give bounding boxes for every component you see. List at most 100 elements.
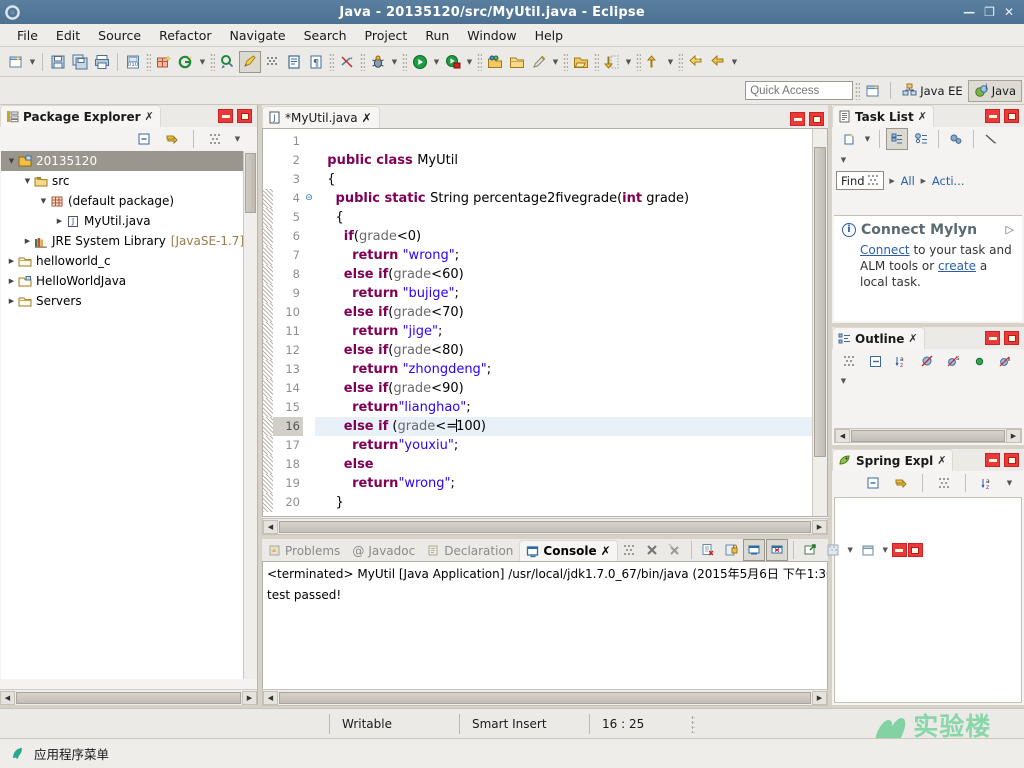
twisty-icon[interactable]: ▼: [37, 197, 50, 205]
menu-window[interactable]: Window: [458, 26, 525, 45]
scroll-left-icon[interactable]: ◀: [0, 690, 15, 705]
hide-nonpublic-icon[interactable]: [968, 350, 990, 372]
maximize-button[interactable]: ❐: [984, 6, 995, 18]
toggle-binary-icon[interactable]: 010: [122, 51, 144, 73]
twisty-icon[interactable]: ▶: [5, 257, 18, 265]
view-menu-icon[interactable]: [204, 128, 226, 150]
view-dropdown-icon[interactable]: ▼: [232, 128, 243, 150]
filter-arrow-icon[interactable]: ▶: [918, 170, 929, 192]
tree-item-helloworldjava[interactable]: ▶ HelloWorldJava: [1, 271, 243, 291]
next-annotation-icon[interactable]: [601, 51, 623, 73]
terminate-icon[interactable]: [618, 539, 640, 561]
show-whitespace-icon[interactable]: ¶: [305, 51, 327, 73]
code-line[interactable]: return "wrong";: [315, 246, 827, 265]
scrollbar-thumb[interactable]: [814, 147, 826, 457]
scrollbar-thumb[interactable]: [279, 691, 811, 704]
twisty-icon[interactable]: ▶: [21, 237, 34, 245]
project-tree[interactable]: ▼ 20135120 ▼ src ▼ (default package) ▶ J: [1, 151, 243, 679]
remove-launch-icon[interactable]: [641, 539, 663, 561]
minimize-editor-button[interactable]: [790, 112, 805, 126]
code-line[interactable]: return "bujige";: [315, 284, 827, 303]
build-all-icon[interactable]: [261, 51, 283, 73]
print-icon[interactable]: [91, 51, 113, 73]
status-resize-grip[interactable]: [691, 714, 695, 733]
debug-dropdown-arrow[interactable]: ▼: [389, 51, 400, 73]
sort-icon[interactable]: az: [890, 350, 912, 372]
open-console-icon[interactable]: [857, 539, 879, 561]
open-task-icon[interactable]: [283, 51, 305, 73]
categorized-presentation-icon[interactable]: [886, 128, 908, 150]
maximize-view-button[interactable]: [1004, 453, 1019, 467]
new-java-package-icon[interactable]: [153, 51, 175, 73]
tree-item-project[interactable]: ▼ 20135120: [1, 151, 243, 171]
twisty-icon[interactable]: ▶: [5, 297, 18, 305]
menu-help[interactable]: Help: [526, 26, 573, 45]
scroll-left-icon[interactable]: ◀: [263, 519, 278, 534]
forward-navigation-icon[interactable]: [707, 51, 729, 73]
fold-toggle-icon[interactable]: ⊝: [303, 189, 315, 208]
open-console-dropdown-arrow[interactable]: ▼: [880, 539, 891, 561]
scroll-right-icon[interactable]: ▶: [812, 519, 827, 534]
perspective-tab-java-ee[interactable]: Java EE: [897, 80, 967, 102]
clear-console-icon[interactable]: [697, 539, 719, 561]
code-line[interactable]: if(grade<0): [315, 227, 827, 246]
save-icon[interactable]: [47, 51, 69, 73]
back-navigation-icon[interactable]: [685, 51, 707, 73]
focus-icon[interactable]: [838, 350, 860, 372]
lock-scroll-icon[interactable]: [720, 539, 742, 561]
tree-item-myutil-java[interactable]: ▶ J MyUtil.java: [1, 211, 243, 231]
scrollbar-thumb[interactable]: [279, 520, 811, 533]
tab-problems[interactable]: Problems: [262, 540, 346, 561]
open-perspective-folder-icon[interactable]: [506, 51, 528, 73]
scrollbar-thumb[interactable]: [851, 429, 1005, 442]
minimize-button[interactable]: —: [963, 6, 975, 18]
twisty-icon[interactable]: ▼: [5, 157, 18, 165]
view-menu-icon[interactable]: [980, 128, 1002, 150]
remove-all-launches-icon[interactable]: [664, 539, 686, 561]
next-annotation-dropdown-arrow[interactable]: ▼: [623, 51, 634, 73]
link-with-editor-icon[interactable]: [161, 128, 183, 150]
menu-run[interactable]: Run: [416, 26, 458, 45]
code-line[interactable]: public class MyUtil: [315, 151, 827, 170]
code-line[interactable]: else if(grade<60): [315, 265, 827, 284]
annotate-pen-icon[interactable]: [528, 51, 550, 73]
maximize-editor-button[interactable]: [809, 112, 824, 126]
collapse-all-icon[interactable]: [133, 128, 155, 150]
console-hscrollbar[interactable]: ◀ ▶: [262, 689, 828, 706]
task-list-tab[interactable]: Task List ✗: [832, 105, 934, 127]
editor-hscrollbar[interactable]: ◀ ▶: [262, 518, 828, 535]
code-line[interactable]: {: [315, 208, 827, 227]
view-dropdown-icon[interactable]: ▼: [838, 370, 849, 392]
editor-tab-myutil-java[interactable]: J *MyUtil.java ✗: [262, 106, 380, 128]
new-java-class-icon[interactable]: [175, 51, 197, 73]
close-icon[interactable]: ✗: [145, 110, 154, 123]
scroll-right-icon[interactable]: ▶: [1006, 428, 1021, 443]
package-explorer-vscrollbar[interactable]: [243, 151, 257, 679]
code-line[interactable]: return "jige";: [315, 322, 827, 341]
scroll-left-icon[interactable]: ◀: [835, 428, 850, 443]
previous-annotation-icon[interactable]: [643, 51, 665, 73]
expand-arrow-icon[interactable]: ▷: [1006, 222, 1014, 238]
twisty-icon[interactable]: ▶: [5, 277, 18, 285]
code-line[interactable]: return "zhongdeng";: [315, 360, 827, 379]
new-class-dropdown-arrow[interactable]: ▼: [197, 51, 208, 73]
annotate-dropdown-arrow[interactable]: ▼: [550, 51, 561, 73]
tab-declaration[interactable]: Declaration: [421, 540, 519, 561]
tree-item-default-package[interactable]: ▼ (default package): [1, 191, 243, 211]
minimize-view-button[interactable]: [985, 453, 1000, 467]
open-perspective-icon[interactable]: [862, 80, 884, 101]
view-dropdown-icon[interactable]: ▼: [838, 149, 849, 171]
code-line[interactable]: else if(grade<80): [315, 341, 827, 360]
package-explorer-tab[interactable]: Package Explorer ✗: [0, 105, 161, 127]
maximize-view-button[interactable]: [1004, 109, 1019, 123]
menu-project[interactable]: Project: [356, 26, 417, 45]
close-icon[interactable]: ✗: [918, 110, 927, 123]
close-icon[interactable]: ✗: [908, 332, 917, 345]
run-icon[interactable]: [409, 51, 431, 73]
coverage-dropdown-arrow[interactable]: ▼: [464, 51, 475, 73]
source-code-text[interactable]: public class MyUtil { public static Stri…: [315, 129, 827, 516]
tab-javadoc[interactable]: @ Javadoc: [346, 540, 421, 561]
toggle-mark-occurrences-icon[interactable]: [239, 50, 261, 73]
console-output[interactable]: <terminated> MyUtil [Java Application] /…: [262, 561, 828, 705]
outline-tab[interactable]: Outline ✗: [832, 327, 925, 349]
